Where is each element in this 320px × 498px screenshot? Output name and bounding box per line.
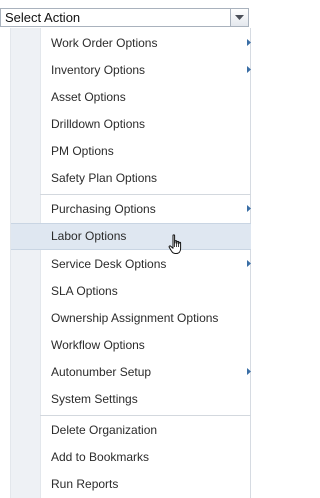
menu-item-labor-options[interactable]: Labor Options [11, 223, 251, 250]
menu-item-label: Workflow Options [51, 338, 145, 352]
menu-item-workflow-options[interactable]: Workflow Options [40, 332, 251, 359]
submenu-arrow-icon [247, 260, 251, 267]
menu-separator [40, 194, 251, 195]
hand-cursor-icon [168, 234, 182, 254]
submenu-arrow-icon [247, 205, 251, 212]
menu-item-label: Purchasing Options [51, 202, 156, 216]
menu-item-label: Delete Organization [51, 423, 158, 437]
menu-item-label: Asset Options [51, 90, 126, 104]
submenu-arrow-icon [247, 39, 251, 46]
menu-item-purchasing-options[interactable]: Purchasing Options [40, 196, 251, 223]
menu-item-work-order-options[interactable]: Work Order Options [40, 30, 251, 57]
menu-item-pm-options[interactable]: PM Options [40, 138, 251, 165]
menu-item-add-to-bookmarks[interactable]: Add to Bookmarks [40, 444, 251, 471]
menu-item-autonumber-setup[interactable]: Autonumber Setup [40, 359, 251, 386]
menu-item-run-reports[interactable]: Run Reports [40, 471, 251, 498]
menu-item-label: Inventory Options [51, 63, 146, 77]
menu-item-inventory-options[interactable]: Inventory Options [40, 57, 251, 84]
menu-item-label: Labor Options [51, 229, 127, 243]
dropdown-button[interactable] [230, 9, 248, 26]
menu-item-label: SLA Options [51, 284, 118, 298]
menu-item-ownership-assignment-options[interactable]: Ownership Assignment Options [40, 305, 251, 332]
menu-item-asset-options[interactable]: Asset Options [40, 84, 251, 111]
menu-item-label: System Settings [51, 392, 138, 406]
submenu-arrow-icon [247, 368, 251, 375]
menu-item-safety-plan-options[interactable]: Safety Plan Options [40, 165, 251, 192]
action-menu: Work Order Options Inventory Options Ass… [0, 28, 251, 498]
menu-item-label: Ownership Assignment Options [51, 311, 219, 325]
menu-item-system-settings[interactable]: System Settings [40, 386, 251, 413]
chevron-down-icon [235, 15, 244, 20]
menu-item-delete-organization[interactable]: Delete Organization [40, 417, 251, 444]
menu-item-label: Add to Bookmarks [51, 450, 150, 464]
menu-item-label: Service Desk Options [51, 257, 167, 271]
menu-item-label: Work Order Options [51, 36, 158, 50]
menu-item-sla-options[interactable]: SLA Options [40, 278, 251, 305]
menu-item-label: PM Options [51, 144, 114, 158]
select-action-dropdown[interactable]: Select Action [0, 8, 249, 27]
menu-item-label: Run Reports [51, 477, 119, 491]
select-action-value: Select Action [5, 10, 81, 25]
submenu-arrow-icon [247, 66, 251, 73]
menu-item-label: Drilldown Options [51, 117, 146, 131]
menu-item-drilldown-options[interactable]: Drilldown Options [40, 111, 251, 138]
menu-separator [40, 415, 251, 416]
menu-item-service-desk-options[interactable]: Service Desk Options [40, 251, 251, 278]
menu-item-label: Safety Plan Options [51, 171, 158, 185]
menu-item-label: Autonumber Setup [51, 365, 152, 379]
menu-icon-gutter [10, 28, 41, 498]
